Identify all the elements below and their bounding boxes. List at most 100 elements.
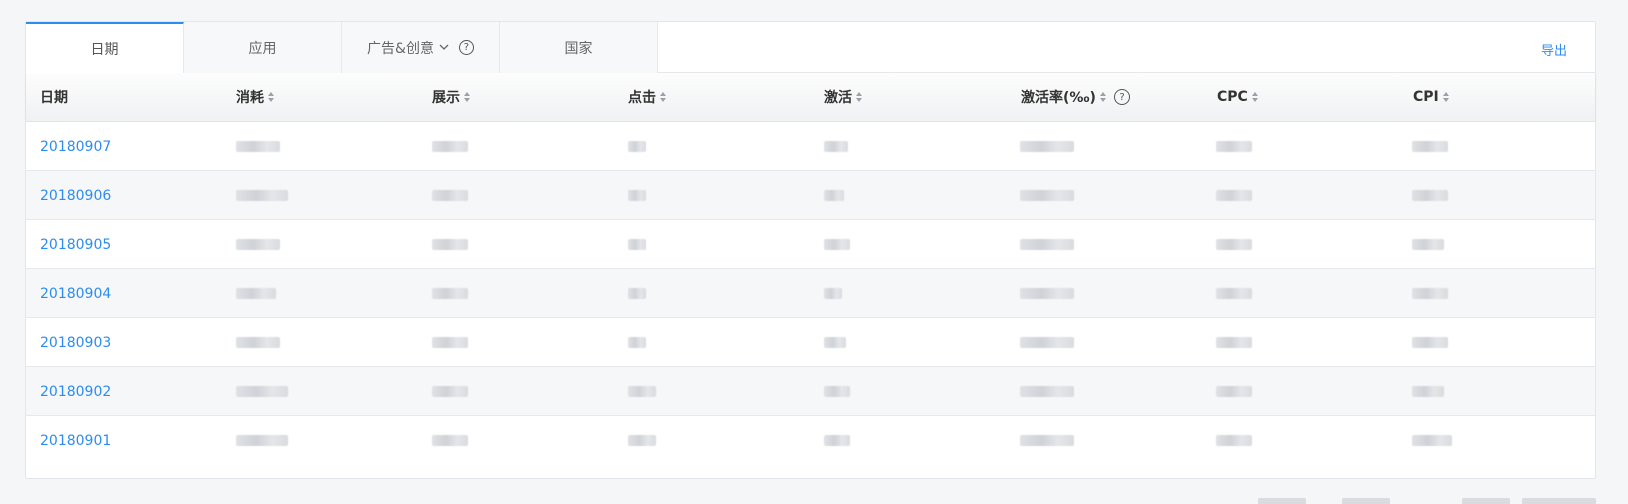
column-label: CPI: [1413, 89, 1439, 105]
date-link[interactable]: 20180902: [40, 367, 111, 416]
redacted-value: [824, 386, 850, 397]
redacted-value: [432, 190, 468, 201]
tab-country[interactable]: 国家: [500, 22, 658, 73]
column-header-cost[interactable]: 消耗: [236, 73, 274, 121]
sort-icon[interactable]: [1442, 92, 1449, 102]
sort-icon[interactable]: [1099, 92, 1106, 102]
column-header-date: 日期: [40, 73, 68, 121]
column-label: CPC: [1217, 89, 1248, 105]
tab-ad-creative[interactable]: 广告&创意 ?: [342, 22, 500, 73]
sort-icon[interactable]: [856, 92, 862, 102]
redacted-value: [236, 435, 288, 446]
redacted-value: [236, 141, 280, 152]
pagination-input[interactable]: [1522, 498, 1596, 504]
redacted-value: [1412, 190, 1448, 201]
table-row: 20180907: [26, 122, 1595, 171]
redacted-value: [1412, 239, 1444, 250]
column-header-activations[interactable]: 激活: [824, 73, 862, 121]
table-row: 20180906: [26, 171, 1595, 220]
pagination-button[interactable]: [1342, 498, 1390, 504]
sort-icon[interactable]: [1251, 92, 1258, 102]
redacted-value: [628, 141, 646, 152]
date-link[interactable]: 20180907: [40, 122, 111, 171]
redacted-value: [1020, 190, 1074, 201]
redacted-value: [1412, 337, 1448, 348]
column-label: 展示: [432, 90, 460, 106]
tab-bar: 日期 应用 广告&创意 ? 国家 导出: [26, 22, 1595, 74]
pagination-button[interactable]: [1462, 498, 1510, 504]
column-header-cpi[interactable]: CPI: [1413, 73, 1449, 121]
sort-icon[interactable]: [464, 92, 470, 102]
redacted-value: [628, 386, 656, 397]
table-row: 20180903: [26, 318, 1595, 367]
column-header-activation-rate[interactable]: 激活率(‰) ?: [1021, 73, 1130, 121]
redacted-value: [1216, 337, 1252, 348]
redacted-value: [824, 435, 850, 446]
redacted-value: [432, 435, 468, 446]
redacted-value: [432, 337, 468, 348]
redacted-value: [236, 239, 280, 250]
redacted-value: [236, 337, 280, 348]
redacted-value: [1216, 190, 1252, 201]
export-button[interactable]: 导出: [1541, 40, 1567, 59]
date-link[interactable]: 20180901: [40, 416, 111, 465]
table-row: 20180904: [26, 269, 1595, 318]
table-row: 20180902: [26, 367, 1595, 416]
redacted-value: [1412, 141, 1448, 152]
redacted-value: [1020, 435, 1074, 446]
redacted-value: [1020, 337, 1074, 348]
report-panel: 日期 应用 广告&创意 ? 国家 导出 日期 消耗 展示 点击 激活 激活率(‰…: [25, 21, 1596, 479]
tab-date[interactable]: 日期: [26, 22, 184, 74]
redacted-value: [824, 239, 850, 250]
redacted-value: [236, 288, 276, 299]
tab-label: 日期: [90, 42, 119, 58]
redacted-value: [432, 141, 468, 152]
redacted-value: [1216, 386, 1252, 397]
column-label: 点击: [628, 90, 656, 106]
redacted-value: [1020, 386, 1074, 397]
redacted-value: [236, 386, 288, 397]
column-label: 日期: [40, 90, 68, 106]
table-header: 日期 消耗 展示 点击 激活 激活率(‰) ? CPC CPI: [26, 73, 1595, 122]
redacted-value: [628, 190, 646, 201]
redacted-value: [628, 435, 656, 446]
pagination-button[interactable]: [1258, 498, 1306, 504]
redacted-value: [628, 288, 646, 299]
sort-icon[interactable]: [660, 92, 666, 102]
help-icon[interactable]: ?: [1113, 89, 1130, 105]
redacted-value: [1020, 141, 1074, 152]
column-header-impressions[interactable]: 展示: [432, 73, 470, 121]
chevron-down-icon: [439, 43, 449, 54]
column-label: 消耗: [236, 90, 264, 106]
redacted-value: [1412, 288, 1448, 299]
redacted-value: [432, 239, 468, 250]
help-icon[interactable]: ?: [458, 40, 474, 55]
redacted-value: [432, 288, 468, 299]
date-link[interactable]: 20180903: [40, 318, 111, 367]
tab-label: 国家: [564, 40, 593, 57]
column-header-cpc[interactable]: CPC: [1217, 73, 1258, 121]
redacted-value: [1216, 141, 1252, 152]
column-label: 激活率(‰): [1021, 90, 1096, 106]
redacted-value: [824, 288, 842, 299]
redacted-value: [1216, 435, 1252, 446]
redacted-value: [236, 190, 288, 201]
tab-label: 应用: [248, 40, 277, 57]
redacted-value: [1412, 435, 1452, 446]
redacted-value: [824, 141, 848, 152]
table-row: 20180901: [26, 416, 1595, 465]
column-header-clicks[interactable]: 点击: [628, 73, 666, 121]
redacted-value: [432, 386, 468, 397]
tab-app[interactable]: 应用: [184, 22, 342, 73]
sort-icon[interactable]: [268, 92, 274, 102]
date-link[interactable]: 20180905: [40, 220, 111, 269]
redacted-value: [1216, 239, 1252, 250]
redacted-value: [1216, 288, 1252, 299]
date-link[interactable]: 20180906: [40, 171, 111, 220]
table-row: 20180905: [26, 220, 1595, 269]
date-link[interactable]: 20180904: [40, 269, 111, 318]
redacted-value: [1412, 386, 1444, 397]
redacted-value: [628, 239, 646, 250]
column-label: 激活: [824, 90, 852, 106]
redacted-value: [628, 337, 646, 348]
